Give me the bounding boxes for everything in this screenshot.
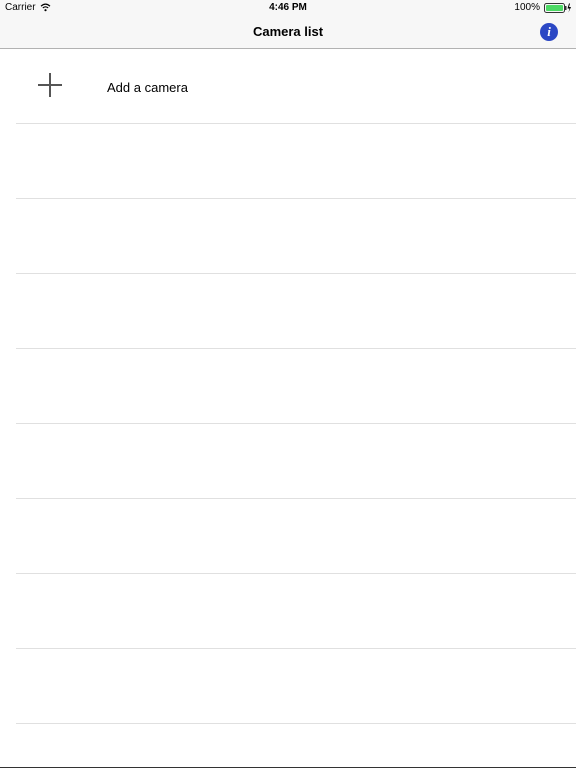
list-item: [16, 649, 576, 724]
empty-rows: [0, 124, 576, 724]
list-item: [16, 124, 576, 199]
plus-icon: [38, 73, 62, 97]
list-item: [16, 574, 576, 649]
list-item: [16, 424, 576, 499]
page-title: Camera list: [252, 24, 324, 39]
status-time: 4:46 PM: [269, 2, 307, 13]
camera-list: Add a camera: [0, 49, 576, 724]
list-item: [16, 199, 576, 274]
list-item: [16, 499, 576, 574]
navigation-bar: Camera list i: [0, 16, 576, 49]
status-bar: Carrier 4:46 PM 100%: [0, 0, 576, 16]
battery-icon: [544, 2, 571, 13]
battery-percent: 100%: [514, 2, 540, 13]
list-item: [16, 349, 576, 424]
info-icon[interactable]: i: [540, 23, 558, 41]
list-item: [16, 274, 576, 349]
status-battery: 100%: [514, 2, 572, 13]
charging-icon: [567, 3, 571, 12]
add-camera-label: Add a camera: [107, 80, 188, 95]
add-camera-row[interactable]: Add a camera: [16, 49, 576, 124]
